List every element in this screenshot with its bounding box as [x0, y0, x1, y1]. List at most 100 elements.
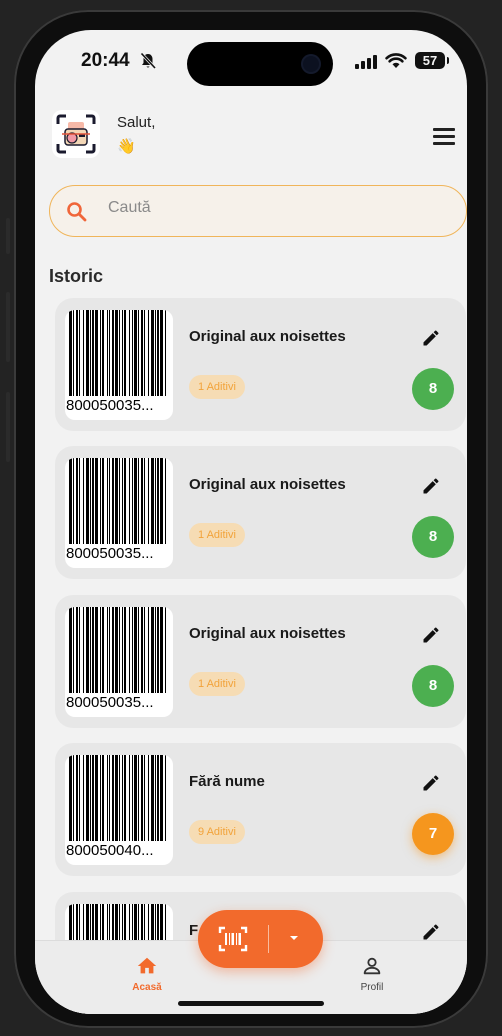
- status-bar: 20:44 57: [35, 30, 467, 90]
- phone-volume-up-button: [6, 292, 10, 362]
- user-icon: [363, 957, 381, 975]
- history-item[interactable]: 800050040... Fără nume 9 Aditivi 7: [55, 743, 466, 876]
- barcode-bar: [92, 607, 94, 693]
- barcode-bar: [119, 310, 120, 396]
- barcode-bar: [69, 755, 72, 841]
- product-name: F: [189, 922, 199, 939]
- barcode-bar: [144, 310, 145, 396]
- header: Salut, 👋: [35, 110, 467, 166]
- menu-icon[interactable]: [433, 128, 455, 145]
- barcode-bar: [155, 607, 156, 693]
- barcode-bar: [115, 755, 118, 841]
- history-item[interactable]: 800050035... Original aux noisettes 1 Ad…: [55, 595, 466, 728]
- barcode-bar: [155, 310, 156, 396]
- battery-level-text: 57: [422, 53, 438, 68]
- barcode-bar: [165, 458, 166, 544]
- barcode-bar: [160, 607, 163, 693]
- barcode-bar: [102, 310, 104, 396]
- barcode-bar: [83, 458, 84, 544]
- pencil-icon[interactable]: [421, 625, 441, 645]
- bell-slash-icon: [140, 52, 157, 70]
- home-indicator: [178, 1001, 324, 1006]
- barcode-image: 800050035...: [65, 607, 173, 717]
- chevron-down-icon[interactable]: [288, 934, 300, 942]
- history-item[interactable]: 800050035... Original aux noisettes 1 Ad…: [55, 446, 466, 579]
- barcode-bar: [83, 755, 84, 841]
- pencil-icon[interactable]: [421, 922, 441, 942]
- barcode-bar: [134, 458, 137, 544]
- barcode-bar: [119, 458, 120, 544]
- barcode-bar: [141, 755, 143, 841]
- barcode-bar: [138, 607, 139, 693]
- barcode-bar: [95, 458, 98, 544]
- barcode-bar: [115, 458, 118, 544]
- barcode-bar: [95, 755, 98, 841]
- product-name: Fără nume: [189, 773, 265, 790]
- barcode-bar: [151, 755, 154, 841]
- additives-badge: 1 Aditivi: [189, 672, 245, 696]
- barcode-bar: [112, 458, 114, 544]
- barcode-bar: [160, 755, 163, 841]
- battery-indicator: 57: [415, 52, 449, 69]
- barcode-scan-icon: [218, 926, 248, 952]
- barcode-bar: [92, 755, 94, 841]
- score-badge: 8: [412, 368, 454, 410]
- barcode-bar: [165, 607, 166, 693]
- barcode-bar: [138, 310, 139, 396]
- wave-emoji: 👋: [117, 137, 136, 155]
- barcode-bar: [157, 310, 159, 396]
- barcode-bar: [141, 458, 143, 544]
- barcode-bar: [100, 458, 101, 544]
- barcode-bar: [124, 310, 126, 396]
- barcode-bar: [86, 458, 89, 544]
- barcode-bar: [144, 607, 145, 693]
- dynamic-island: [187, 42, 333, 86]
- barcode-bar: [95, 607, 98, 693]
- barcode-bar: [69, 310, 72, 396]
- pencil-icon[interactable]: [421, 773, 441, 793]
- barcode-bar: [155, 458, 156, 544]
- barcode-bar: [138, 755, 139, 841]
- app-logo: [52, 110, 100, 158]
- nav-home[interactable]: Acasă: [107, 955, 187, 993]
- score-badge: 8: [412, 665, 454, 707]
- barcode-bar: [132, 755, 133, 841]
- barcode-bar: [107, 310, 108, 396]
- barcode-bars: [69, 310, 166, 396]
- barcode-bar: [69, 607, 72, 693]
- barcode-bar: [151, 310, 154, 396]
- barcode-bar: [90, 755, 91, 841]
- barcode-bar: [86, 310, 89, 396]
- nav-profile-label: Profil: [360, 982, 384, 993]
- barcode-bar: [129, 607, 130, 693]
- phone-volume-down-button: [6, 392, 10, 462]
- barcode-bar: [148, 310, 149, 396]
- barcode-bar: [76, 607, 78, 693]
- scan-button[interactable]: [198, 910, 323, 968]
- barcode-bar: [160, 458, 163, 544]
- signal-icon: [355, 55, 377, 69]
- history-item[interactable]: 800050035... Original aux noisettes 1 Ad…: [55, 298, 466, 431]
- barcode-bar: [129, 458, 130, 544]
- barcode-bar: [92, 310, 94, 396]
- barcode-bar: [165, 755, 166, 841]
- barcode-bar: [141, 607, 143, 693]
- barcode-bar: [115, 310, 118, 396]
- search-input[interactable]: [106, 198, 410, 218]
- barcode-bar: [134, 310, 137, 396]
- search-icon: [67, 202, 87, 222]
- barcode-bar: [160, 310, 163, 396]
- pencil-icon[interactable]: [421, 328, 441, 348]
- pencil-icon[interactable]: [421, 476, 441, 496]
- barcode-number: 800050035...: [66, 545, 154, 562]
- nav-profile[interactable]: Profil: [332, 955, 412, 993]
- barcode-bar: [112, 310, 114, 396]
- score-badge: 7: [412, 813, 454, 855]
- barcode-bar: [79, 458, 80, 544]
- barcode-bar: [73, 607, 74, 693]
- barcode-bar: [107, 458, 108, 544]
- product-name: Original aux noisettes: [189, 328, 346, 345]
- search-bar[interactable]: [49, 185, 467, 237]
- app-screen: 20:44 57 Salut, 👋 Caută Istoric 80005003…: [35, 30, 467, 1014]
- barcode-bar: [90, 458, 91, 544]
